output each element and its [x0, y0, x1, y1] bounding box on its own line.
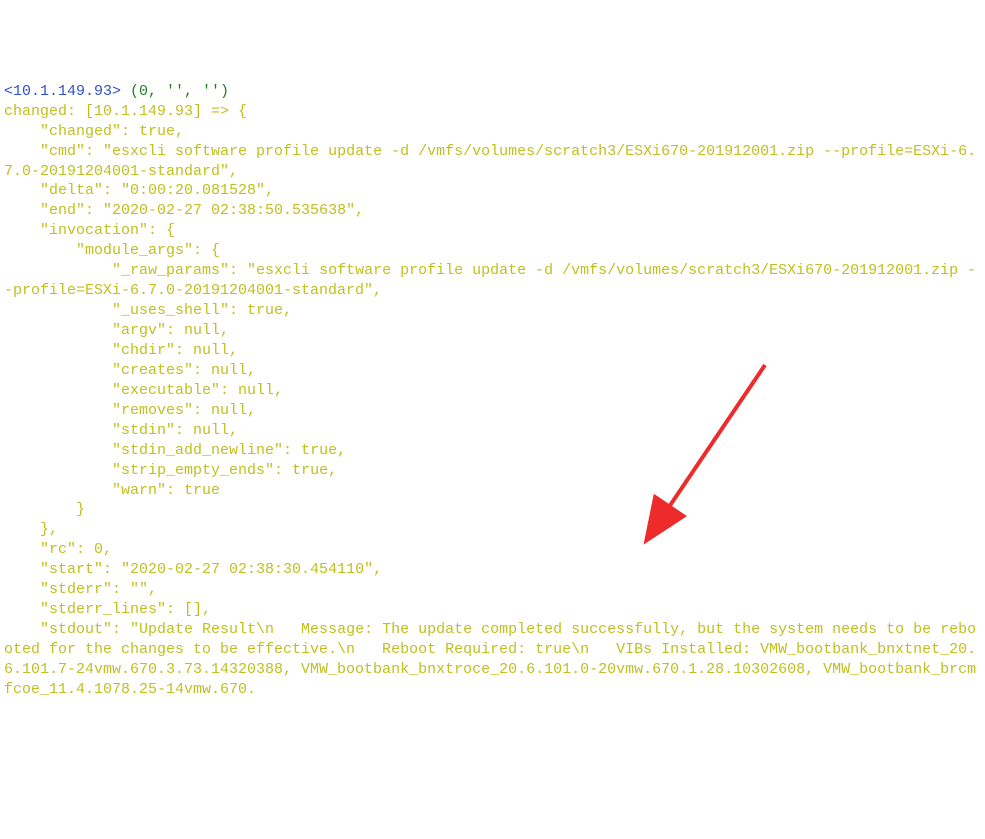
output-line: "stdin": null, — [4, 422, 238, 439]
output-line: "invocation": { — [4, 222, 175, 239]
output-line: "argv": null, — [4, 322, 229, 339]
output-line: "creates": null, — [4, 362, 256, 379]
output-line: "changed": true, — [4, 123, 184, 140]
output-line: "_uses_shell": true, — [4, 302, 292, 319]
output-line: changed: [10.1.149.93] => { — [4, 103, 247, 120]
output-line: "warn": true — [4, 482, 220, 499]
output-line: "start": "2020-02-27 02:38:30.454110", — [4, 561, 382, 578]
output-line: "stdout": "Update Result\n Message: The … — [4, 621, 976, 698]
output-line: "module_args": { — [4, 242, 220, 259]
output-line: "stderr": "", — [4, 581, 157, 598]
output-line: "end": "2020-02-27 02:38:50.535638", — [4, 202, 364, 219]
output-line: "rc": 0, — [4, 541, 112, 558]
output-line: "delta": "0:00:20.081528", — [4, 182, 274, 199]
output-line: "_raw_params": "esxcli software profile … — [4, 262, 976, 299]
output-line: "strip_empty_ends": true, — [4, 462, 337, 479]
output-line: "removes": null, — [4, 402, 256, 419]
output-line: "executable": null, — [4, 382, 283, 399]
output-line: } — [4, 501, 85, 518]
output-line: "stderr_lines": [], — [4, 601, 211, 618]
host-ip: <10.1.149.93> — [4, 83, 121, 100]
output-line: "chdir": null, — [4, 342, 238, 359]
terminal-output: <10.1.149.93> (0, '', '') changed: [10.1… — [4, 82, 981, 700]
output-line: "stdin_add_newline": true, — [4, 442, 346, 459]
output-line: "cmd": "esxcli software profile update -… — [4, 143, 976, 180]
result-tuple: (0, '', '') — [121, 83, 229, 100]
output-line: }, — [4, 521, 58, 538]
